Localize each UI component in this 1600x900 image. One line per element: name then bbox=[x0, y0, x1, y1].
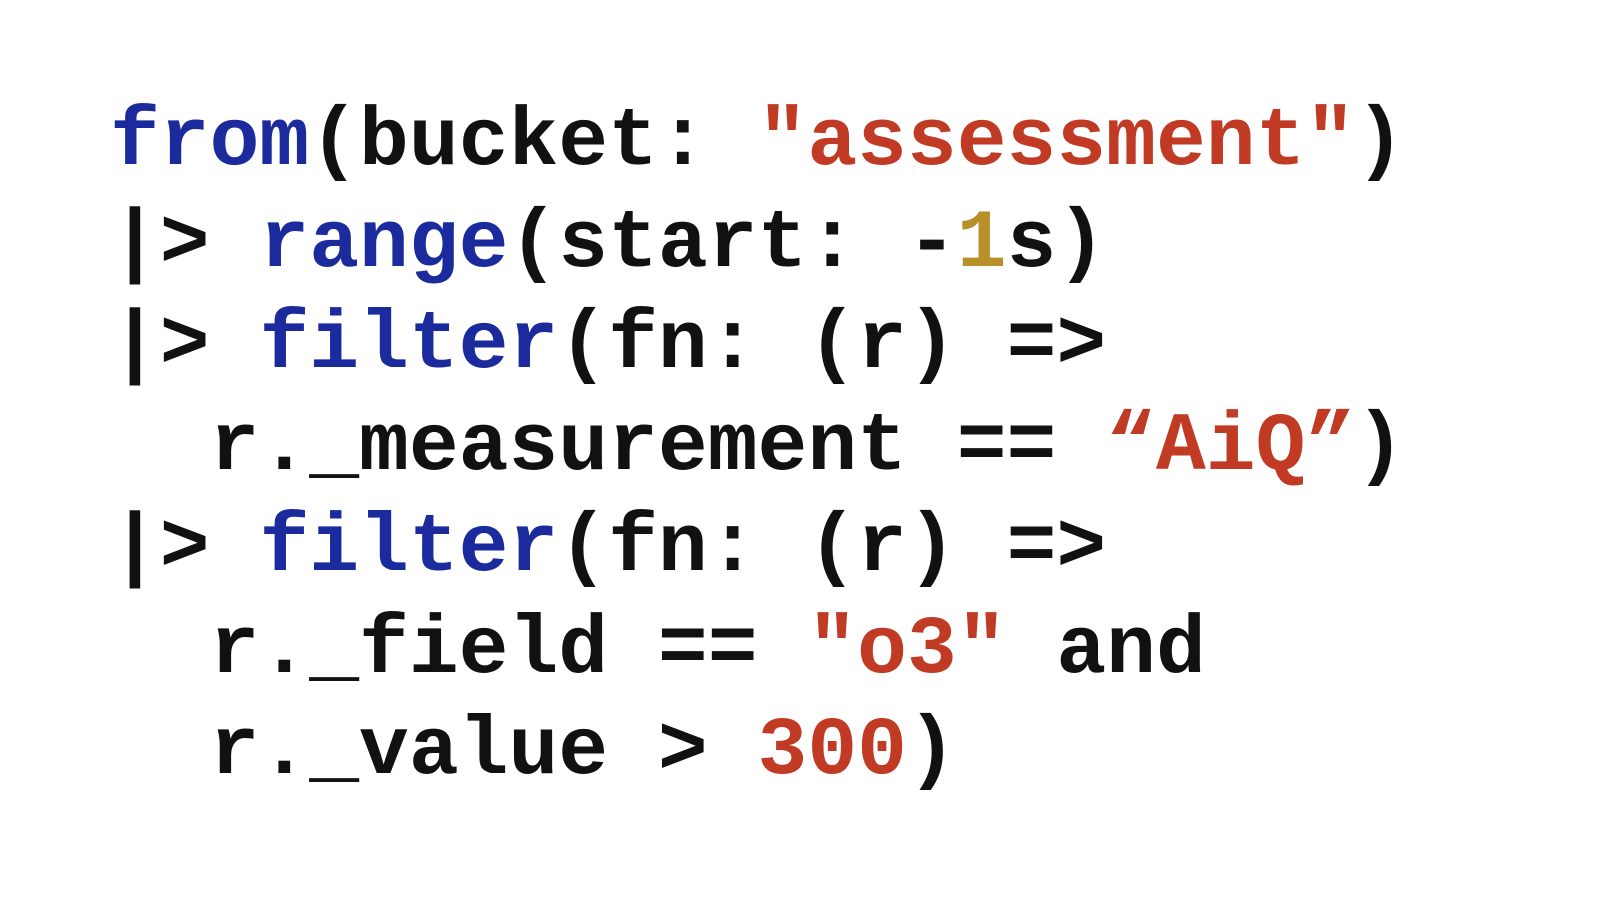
code-text: ) bbox=[1355, 95, 1406, 189]
number-literal: 1 bbox=[956, 196, 1007, 291]
number-literal: 300 bbox=[757, 704, 907, 798]
keyword-filter: filter bbox=[259, 298, 559, 392]
code-text: (start: - bbox=[508, 196, 957, 291]
code-text: ) bbox=[1355, 399, 1406, 494]
code-line-3: |> filter(fn: (r) => bbox=[110, 295, 1405, 397]
code-text: ) bbox=[906, 704, 957, 798]
keyword-range: range bbox=[259, 196, 509, 291]
code-line-2: |> range(start: -1s) bbox=[110, 194, 1405, 296]
code-text: r._measurement == bbox=[110, 399, 1107, 494]
string-literal: "o3" bbox=[807, 602, 1007, 697]
code-text: r._field == bbox=[110, 602, 808, 697]
string-literal: "assessment" bbox=[757, 95, 1356, 189]
code-text: and bbox=[1006, 602, 1206, 697]
code-text: (fn: (r) => bbox=[558, 298, 1107, 392]
code-text: r._value > bbox=[110, 704, 758, 798]
pipe-operator: |> bbox=[110, 196, 260, 291]
code-line-7: r._value > 300) bbox=[110, 701, 1405, 803]
code-line-1: from(bucket: "assessment") bbox=[110, 92, 1405, 194]
keyword-from: from bbox=[110, 95, 310, 189]
keyword-filter: filter bbox=[259, 501, 559, 595]
code-text: (bucket: bbox=[309, 95, 758, 189]
pipe-operator: |> bbox=[110, 298, 260, 392]
code-line-4: r._measurement == “AiQ”) bbox=[110, 397, 1405, 499]
code-line-5: |> filter(fn: (r) => bbox=[110, 498, 1405, 600]
string-literal: “AiQ” bbox=[1106, 399, 1356, 494]
code-text: (fn: (r) => bbox=[558, 501, 1107, 595]
code-text: s) bbox=[1006, 196, 1107, 291]
code-block: from(bucket: "assessment") |> range(start… bbox=[110, 92, 1405, 803]
code-line-6: r._field == "o3" and bbox=[110, 600, 1405, 702]
pipe-operator: |> bbox=[110, 501, 260, 595]
